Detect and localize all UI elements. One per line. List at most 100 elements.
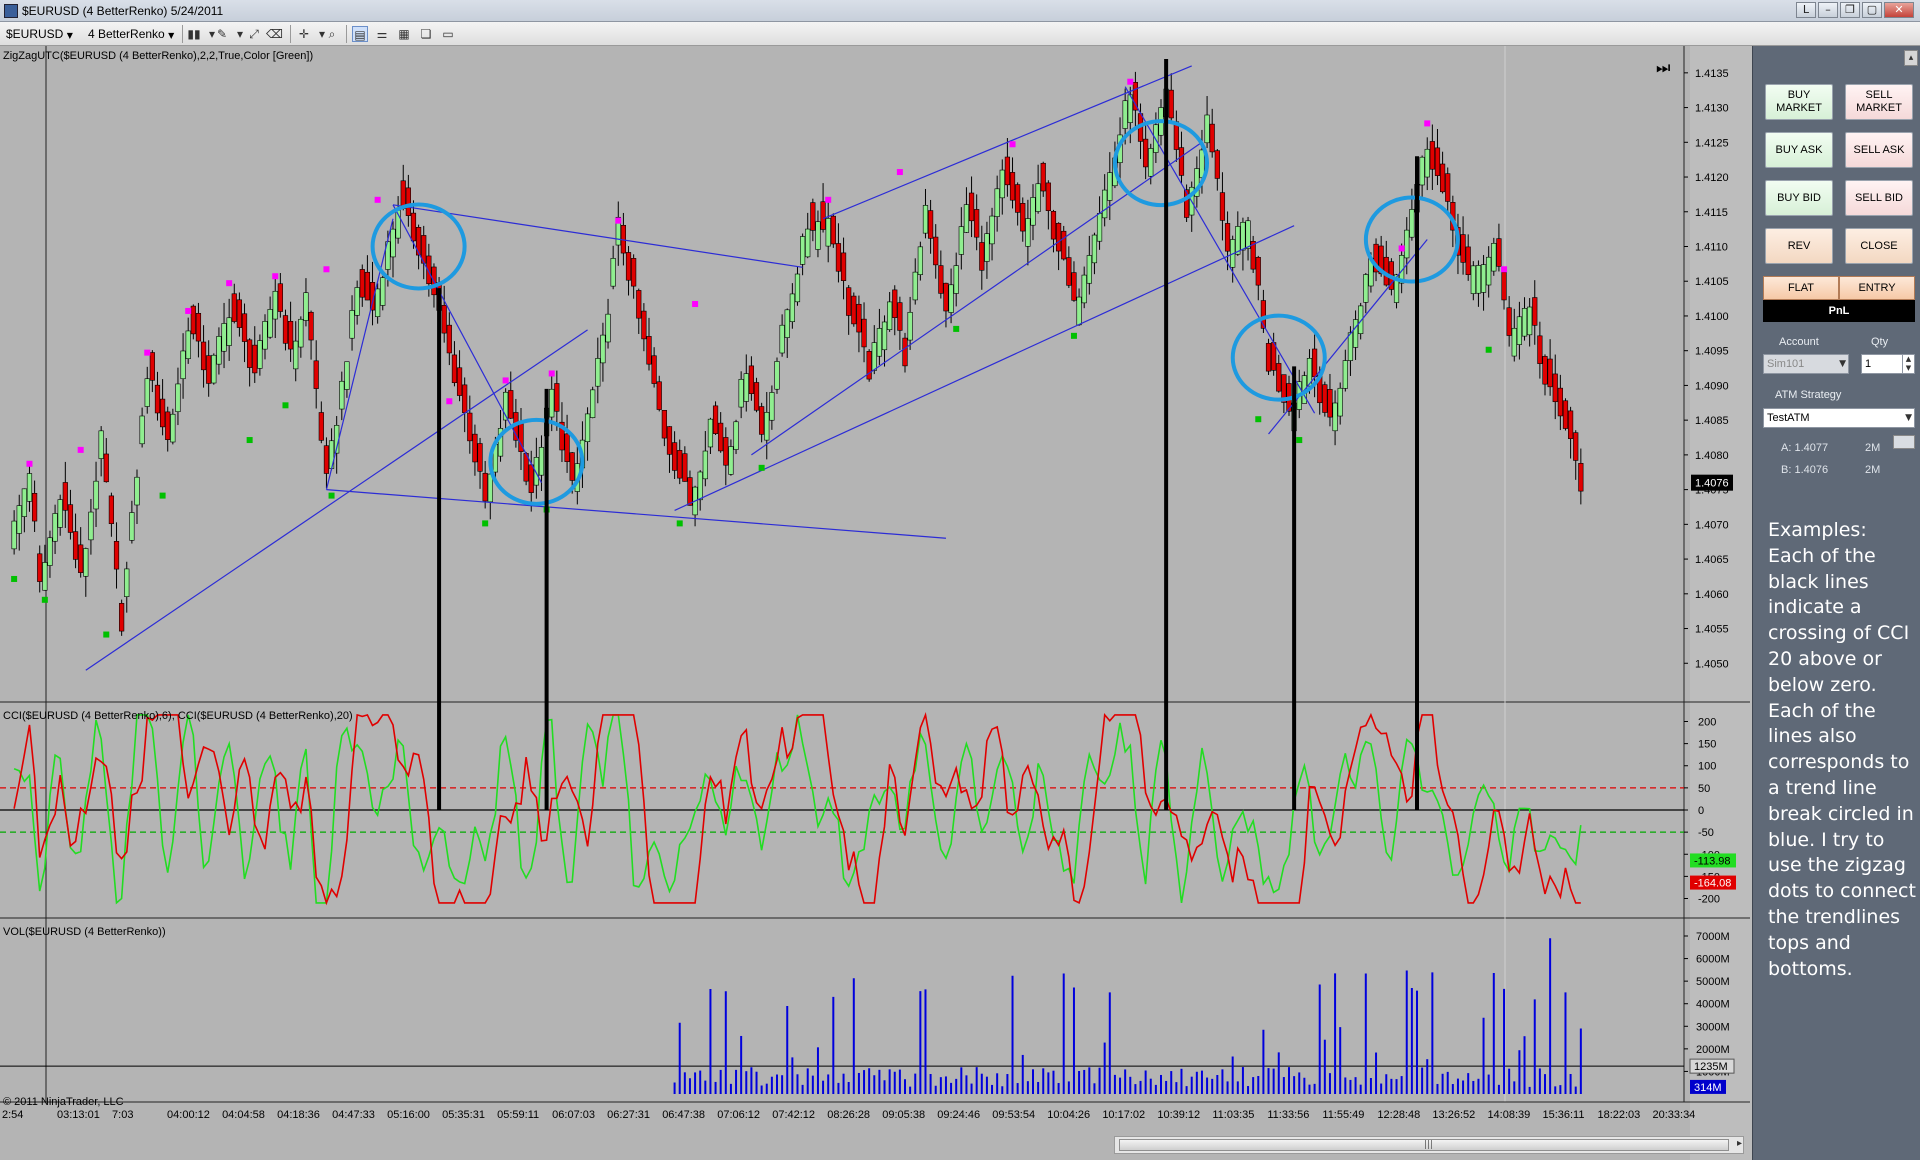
up-candle xyxy=(1240,222,1246,251)
trendline xyxy=(85,329,588,671)
price-tick-label: 1.4050 xyxy=(1695,658,1729,670)
time-tick-label: 18:22:03 xyxy=(1597,1109,1640,1121)
chart-toolbar: $EURUSD ▼ 4 BetterRenko ▼ ▮▮ ▾ ✎ ▾ ⤢ ⌫ ✛… xyxy=(0,22,1920,46)
minimize-button[interactable]: – xyxy=(1818,2,1838,18)
close-window-button[interactable]: ✕ xyxy=(1884,2,1914,18)
up-candle xyxy=(16,505,22,534)
time-tick-label: 07:06:12 xyxy=(717,1109,760,1121)
cci-tick-label: -50 xyxy=(1698,827,1714,839)
price-tick-label: 1.4065 xyxy=(1695,554,1729,566)
up-candle xyxy=(590,389,596,418)
chevron-down-icon: ▼ xyxy=(1905,413,1912,423)
quantity-stepper[interactable]: 1 ▲ ▼ xyxy=(1861,354,1915,374)
down-candle xyxy=(1506,307,1512,336)
zigzag-high-dot xyxy=(26,460,33,467)
up-candle xyxy=(1527,306,1533,336)
up-candle xyxy=(917,246,923,275)
pencil-icon[interactable]: ✎ xyxy=(214,26,230,42)
down-candle xyxy=(1265,343,1272,372)
down-candle xyxy=(62,482,68,511)
down-candle xyxy=(1050,211,1057,240)
down-candle xyxy=(1445,173,1451,202)
bar-type-icon[interactable]: ▮▮ xyxy=(186,26,202,42)
down-candle xyxy=(149,352,155,381)
volume-tick-label: 7000M xyxy=(1696,931,1730,943)
down-candle xyxy=(1271,342,1277,371)
period-selector[interactable]: 4 BetterRenko ▼ xyxy=(88,25,174,43)
sell-ask-button[interactable]: SELL ASK xyxy=(1845,132,1913,168)
maximize-button[interactable]: ▢ xyxy=(1862,2,1882,18)
chart-canvas[interactable]: 1.4135 1.4130 1.4125 1.4120 1.4115 1.4110 1.41… xyxy=(0,46,1750,1160)
buy-market-button[interactable]: BUY MARKET xyxy=(1765,84,1833,120)
zoom-icon[interactable]: ⌕ xyxy=(324,26,340,42)
up-candle xyxy=(11,520,17,550)
up-candle xyxy=(88,511,94,541)
cci-tick-label: 50 xyxy=(1698,783,1710,795)
scroll-to-end-icon[interactable]: ⏭ xyxy=(1656,58,1676,78)
order-panel-toggle-icon[interactable]: ▤ xyxy=(352,26,368,42)
instrument-selector[interactable]: $EURUSD ▼ xyxy=(6,25,73,43)
horizontal-scrollbar[interactable]: ||| ▸ xyxy=(1114,1136,1744,1154)
up-candle xyxy=(185,330,191,360)
scroll-right-arrow-icon[interactable]: ▸ xyxy=(1737,1138,1742,1149)
chart-area[interactable]: 1.4135 1.4130 1.4125 1.4120 1.4115 1.4110 1.41… xyxy=(0,46,1750,1160)
eraser-icon[interactable]: ⌫ xyxy=(266,26,283,42)
indicators-icon[interactable]: ⚌ xyxy=(374,26,390,42)
copy-icon[interactable]: ❏ xyxy=(418,26,434,42)
down-candle xyxy=(1429,141,1435,170)
buy-bid-button[interactable]: BUY BID xyxy=(1765,180,1833,216)
spin-arrows-icon[interactable]: ▲ ▼ xyxy=(1902,355,1914,373)
sell-bid-button[interactable]: SELL BID xyxy=(1845,180,1913,216)
cci6-last-value: -113.98 xyxy=(1694,855,1731,867)
up-candle xyxy=(1081,274,1087,304)
down-candle xyxy=(508,390,514,419)
up-candle xyxy=(805,228,811,258)
buy-ask-button[interactable]: BUY ASK xyxy=(1765,132,1833,168)
down-candle xyxy=(113,541,120,570)
close-position-button[interactable]: CLOSE xyxy=(1845,228,1913,264)
time-tick-label: 13:26:52 xyxy=(1432,1109,1475,1121)
up-candle xyxy=(98,430,104,459)
zigzag-low-dot xyxy=(482,520,489,527)
up-candle xyxy=(707,418,714,448)
price-tick-label: 1.4085 xyxy=(1695,415,1729,427)
draw-tool-icon[interactable]: ⤢ xyxy=(246,26,262,42)
up-candle xyxy=(221,323,227,352)
up-candle xyxy=(216,336,222,365)
down-candle xyxy=(846,287,852,316)
up-candle xyxy=(298,318,304,348)
account-select[interactable]: Sim101 ▼ xyxy=(1763,354,1849,374)
up-candle xyxy=(600,334,606,364)
link-button[interactable]: L xyxy=(1796,2,1816,18)
reverse-button[interactable]: REV xyxy=(1765,228,1833,264)
entry-button[interactable]: ENTRY xyxy=(1839,276,1915,300)
volume-last-label: 314M xyxy=(1694,1082,1722,1094)
price-tick-label: 1.4090 xyxy=(1695,380,1729,392)
down-candle xyxy=(252,344,258,374)
zigzag-low-dot xyxy=(953,325,960,332)
flat-button[interactable]: FLAT xyxy=(1763,276,1839,300)
time-tick-label: 03:13:01 xyxy=(57,1109,100,1121)
down-candle xyxy=(1562,400,1569,429)
down-candle xyxy=(1557,387,1563,417)
atm-properties-button[interactable] xyxy=(1893,435,1915,449)
down-candle xyxy=(313,360,319,389)
atm-strategy-select[interactable]: TestATM ▼ xyxy=(1763,408,1915,428)
sell-market-button[interactable]: SELL MARKET xyxy=(1845,84,1913,120)
properties-icon[interactable]: ▭ xyxy=(440,26,456,42)
volume-tick-label: 6000M xyxy=(1696,954,1730,966)
restore-button[interactable]: ❐ xyxy=(1840,2,1860,18)
time-tick-label: 06:07:03 xyxy=(552,1109,595,1121)
down-candle xyxy=(902,337,908,367)
crosshair-icon[interactable]: ✛ xyxy=(296,26,312,42)
panel-scroll-up-icon[interactable]: ▴ xyxy=(1904,50,1918,66)
price-tick-label: 1.4095 xyxy=(1695,346,1729,358)
down-candle xyxy=(467,412,473,442)
toolbar-divider xyxy=(346,25,347,43)
up-candle xyxy=(1148,148,1154,177)
zigzag-low-dot xyxy=(11,575,18,582)
down-candle xyxy=(753,382,760,411)
scrollbar-thumb[interactable]: ||| xyxy=(1119,1139,1729,1151)
strategies-icon[interactable]: ▦ xyxy=(396,26,412,42)
price-tick-label: 1.4135 xyxy=(1695,68,1729,80)
